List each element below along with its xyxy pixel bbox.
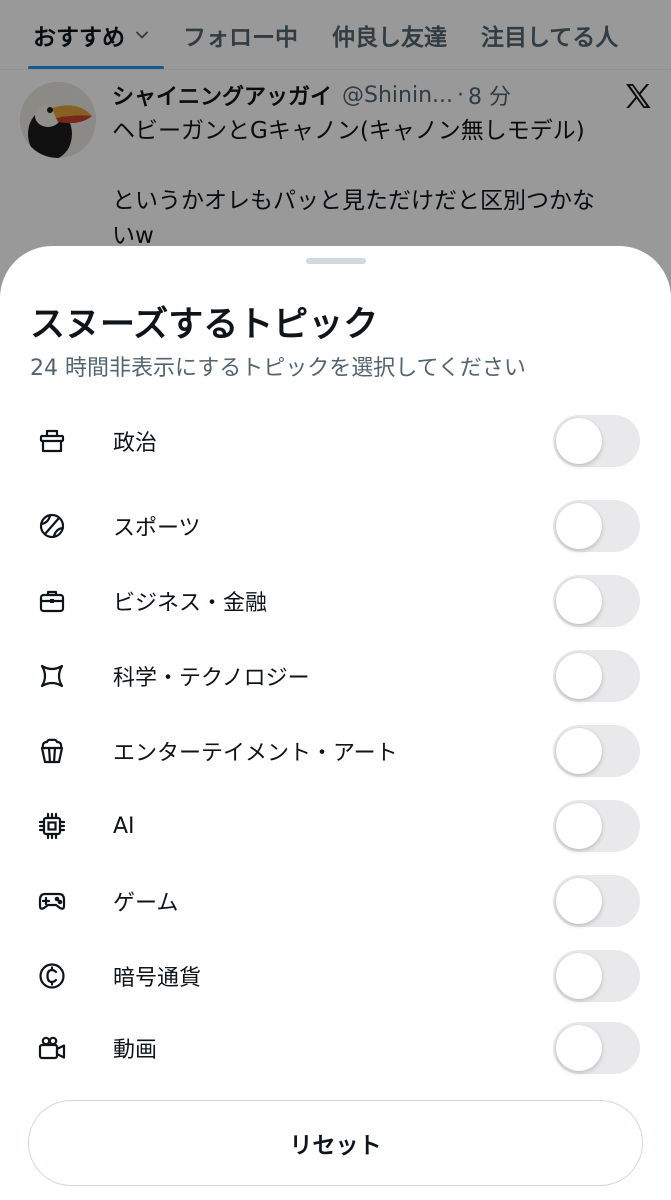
topic-label: ゲーム <box>113 891 179 916</box>
topic-toggle[interactable] <box>553 950 640 1002</box>
topic-toggle[interactable] <box>553 575 640 627</box>
toggle-knob <box>556 1025 602 1071</box>
snooze-topics-sheet: スヌーズするトピック 24 時間非表示にするトピックを選択してください 政治 ス… <box>0 246 671 1200</box>
chip-icon <box>38 812 66 840</box>
science-icon <box>40 664 64 688</box>
briefcase-icon <box>39 590 65 613</box>
topic-toggle[interactable] <box>553 725 640 777</box>
topic-toggle[interactable] <box>553 1022 640 1074</box>
topic-toggle[interactable] <box>553 875 640 927</box>
toggle-knob <box>556 503 602 549</box>
crypto-coin-icon <box>39 963 65 989</box>
toggle-knob <box>556 953 602 999</box>
toggle-knob <box>556 728 602 774</box>
ballot-box-icon <box>39 429 65 453</box>
topic-row-ai[interactable]: AI <box>0 796 671 856</box>
toggle-knob <box>556 578 602 624</box>
sheet-subtitle: 24 時間非表示にするトピックを選択してください <box>30 356 526 381</box>
topic-label: スポーツ <box>113 516 201 541</box>
toggle-knob <box>556 418 602 464</box>
topic-row-politics[interactable]: 政治 <box>0 411 671 471</box>
topic-toggle[interactable] <box>553 500 640 552</box>
topic-row-video[interactable]: 動画 <box>0 1018 671 1078</box>
sheet-drag-handle[interactable] <box>306 258 366 264</box>
popcorn-icon <box>40 738 64 764</box>
topic-row-science-tech[interactable]: 科学・テクノロジー <box>0 646 671 706</box>
topic-label: 科学・テクノロジー <box>113 666 310 691</box>
toggle-knob <box>556 653 602 699</box>
topic-toggle[interactable] <box>553 800 640 852</box>
topic-label: AI <box>113 813 135 839</box>
toggle-knob <box>556 878 602 924</box>
topic-label: 動画 <box>113 1038 158 1063</box>
video-camera-icon <box>38 1036 66 1060</box>
topic-row-entertainment[interactable]: エンターテイメント・アート <box>0 721 671 781</box>
topic-label: 暗号通貨 <box>113 966 202 991</box>
toggle-knob <box>556 803 602 849</box>
topic-toggle[interactable] <box>553 415 640 467</box>
topic-row-sports[interactable]: スポーツ <box>0 496 671 556</box>
topic-toggle[interactable] <box>553 650 640 702</box>
topic-label: ビジネス・金融 <box>113 591 268 616</box>
reset-button[interactable]: リセット <box>28 1100 643 1186</box>
sheet-title: スヌーズするトピック <box>30 305 379 345</box>
topic-label: エンターテイメント・アート <box>113 741 398 766</box>
topic-row-crypto[interactable]: 暗号通貨 <box>0 946 671 1006</box>
topic-row-business[interactable]: ビジネス・金融 <box>0 571 671 631</box>
gamepad-icon <box>38 892 66 910</box>
topic-label: 政治 <box>113 431 158 456</box>
ball-icon <box>39 513 65 539</box>
topic-row-games[interactable]: ゲーム <box>0 871 671 931</box>
